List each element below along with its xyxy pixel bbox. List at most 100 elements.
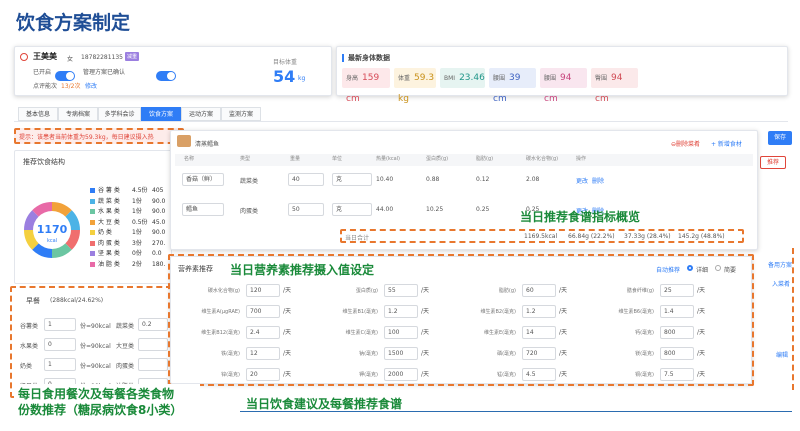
recommend-button[interactable]: 推荐 [760, 156, 786, 169]
nutrient-label: 维生素C(毫克) [345, 330, 378, 336]
legend-value: 1份 [132, 197, 142, 205]
legend-value: 0.5份 [132, 218, 148, 226]
brief-radio[interactable] [715, 265, 721, 271]
legend-value: 1份 [132, 208, 142, 215]
nutrient-input[interactable]: 7.5 [660, 368, 694, 381]
metric-label: 臀围 [595, 75, 608, 82]
nutrient-input[interactable]: 20 [246, 368, 280, 381]
nutrient-unit: /天 [283, 308, 292, 315]
summary-carb: 145.2g (48.8%) [678, 233, 725, 240]
tab-0[interactable]: 基本信息 [18, 107, 58, 121]
nutrient-label: 脂肪(g) [498, 288, 516, 294]
opened-toggle[interactable] [55, 70, 75, 81]
legend-label: 奶 类 [98, 229, 112, 236]
nutrient-input[interactable]: 4.5 [522, 368, 556, 381]
legend-swatch [90, 219, 95, 225]
bf-label: 水果类 [20, 343, 39, 350]
summary-protein: 66.84g (22.2%) [568, 233, 615, 240]
food-weight-input[interactable]: 50 [288, 203, 324, 216]
legend-value: 2份 [132, 260, 142, 268]
nutrient-input[interactable]: 800 [660, 326, 694, 339]
nutrient-input[interactable]: 1.2 [522, 305, 556, 318]
slide-title: 饮食方案制定 [16, 12, 131, 34]
food-edit-link[interactable]: 更改 [576, 176, 588, 185]
nutrient-label: 钾(毫克) [359, 372, 378, 378]
nutrient-cell: 铁(毫克) 12/天 [180, 345, 318, 363]
clock-edit-link[interactable]: 修改 [85, 81, 97, 90]
nutrient-input[interactable]: 1.4 [660, 305, 694, 318]
nutrient-input[interactable]: 55 [384, 284, 418, 297]
nutrient-input[interactable]: 1.2 [384, 305, 418, 318]
metric-0: 身高 159 cm [342, 68, 390, 104]
nutrient-input[interactable]: 12 [246, 347, 280, 360]
nutrient-input[interactable]: 120 [246, 284, 280, 297]
patient-card: 王美美 女 18782281135 减重 已开启 管理方案已确认 点评能次 13… [14, 46, 332, 96]
bf-input2[interactable] [138, 358, 168, 371]
bf-note: 份=90kcal [80, 363, 111, 370]
add-food-button[interactable]: + 新增食材 [711, 139, 742, 148]
nutrient-input[interactable]: 14 [522, 326, 556, 339]
manage-toggle[interactable] [156, 70, 177, 81]
manage-label: 管理方案已确认 [83, 69, 126, 76]
legend-extra: 90.0 [152, 229, 166, 236]
recipe-th-7: 碳水化合物(g) [526, 156, 559, 162]
nutrient-input[interactable]: 100 [384, 326, 418, 339]
food-unit-select[interactable]: 克 [332, 173, 372, 186]
tab-1[interactable]: 专病档案 [58, 107, 98, 121]
portion-panel: 早餐 (288kcal/24.62%) 谷薯类 1 份=90kcal 蔬菜类 0.2 水果… [10, 286, 172, 398]
nutrient-unit: /天 [421, 371, 430, 378]
delete-dish-button[interactable]: ⊖删除菜肴 [671, 139, 700, 148]
nutrient-label: 维生素E(毫克) [483, 330, 516, 336]
nutrient-unit: /天 [559, 329, 568, 336]
metric-3: 腰围 39 cm [489, 68, 536, 104]
recipe-th-0: 名称 [184, 156, 195, 162]
food-kcal: 44.00 [376, 206, 394, 213]
nutrient-cell: 维生素A(μgRAE) 700/天 [180, 303, 318, 321]
food-unit-select[interactable]: 克 [332, 203, 372, 216]
callout-daily-advice: 当日饮食建议及每餐推荐食谱 [246, 397, 403, 411]
nutrient-unit: /天 [559, 287, 568, 294]
nutrient-cell: 维生素B1(毫克) 1.2/天 [318, 303, 456, 321]
detail-radio[interactable] [687, 265, 693, 271]
nutrient-input[interactable]: 1500 [384, 347, 418, 360]
bf-input[interactable]: 1 [44, 358, 76, 371]
tab-5[interactable]: 监测方案 [221, 107, 261, 121]
nutrient-unit: /天 [559, 350, 568, 357]
bf-input2[interactable]: 0.2 [138, 318, 168, 331]
nutrient-cell: 蛋白质(g) 55/天 [318, 282, 456, 300]
summary-kcal: 1169.5kcal [524, 233, 558, 240]
nutrient-cell: 脂肪(g) 60/天 [456, 282, 594, 300]
tab-4[interactable]: 运动方案 [181, 107, 221, 121]
nutrient-input[interactable]: 60 [522, 284, 556, 297]
tab-2[interactable]: 多学科会诊 [98, 107, 141, 121]
nutrient-input[interactable]: 700 [246, 305, 280, 318]
legend-label: 坚 果 类 [98, 250, 120, 257]
nutrient-row-4: 锌(毫克) 20/天 钾(毫克) 2000/天 锰(毫克) 4.5/天 铜(毫克) 7.5/天 [180, 366, 740, 384]
nutrient-input[interactable]: 800 [660, 347, 694, 360]
metric-1: 体重 59.3 kg [394, 68, 436, 104]
food-name-input[interactable]: 鳕鱼 [182, 203, 224, 216]
food-name-input[interactable]: 香菇（鲜） [182, 173, 224, 186]
bf-input[interactable]: 0 [44, 338, 76, 351]
callout-recipe-overview: 当日推荐食谱指标概览 [520, 210, 641, 224]
bf-input[interactable]: 1 [44, 318, 76, 331]
body-data-title: 最新身体数据 [348, 54, 390, 62]
callout-nutrient-setting: 当日营养素推荐摄入值设定 [230, 263, 375, 277]
food-weight-input[interactable]: 40 [288, 173, 324, 186]
tip-text: 提示：该患者当前体重为59.3kg，每日建议摄入热 [19, 134, 154, 141]
nutrient-input[interactable]: 2000 [384, 368, 418, 381]
nutrient-input[interactable]: 25 [660, 284, 694, 297]
nutrient-label: 维生素B1(毫克) [342, 309, 378, 315]
breakfast-kcal: (288kcal/24.62%) [50, 297, 104, 304]
bf-input2[interactable] [138, 338, 168, 351]
nutrient-label: 钙(毫克) [635, 330, 654, 336]
tab-3[interactable]: 饮食方案 [141, 107, 181, 121]
save-button[interactable]: 保存 [768, 131, 792, 145]
food-type: 蔬菜类 [240, 178, 259, 185]
nutrient-input[interactable]: 2.4 [246, 326, 280, 339]
food-delete-link[interactable]: 删除 [592, 176, 604, 185]
nutrient-unit: /天 [559, 371, 568, 378]
nutrient-input[interactable]: 720 [522, 347, 556, 360]
nutrient-unit: /天 [697, 287, 706, 294]
recipe-th-4: 热量(kcal) [376, 156, 400, 162]
